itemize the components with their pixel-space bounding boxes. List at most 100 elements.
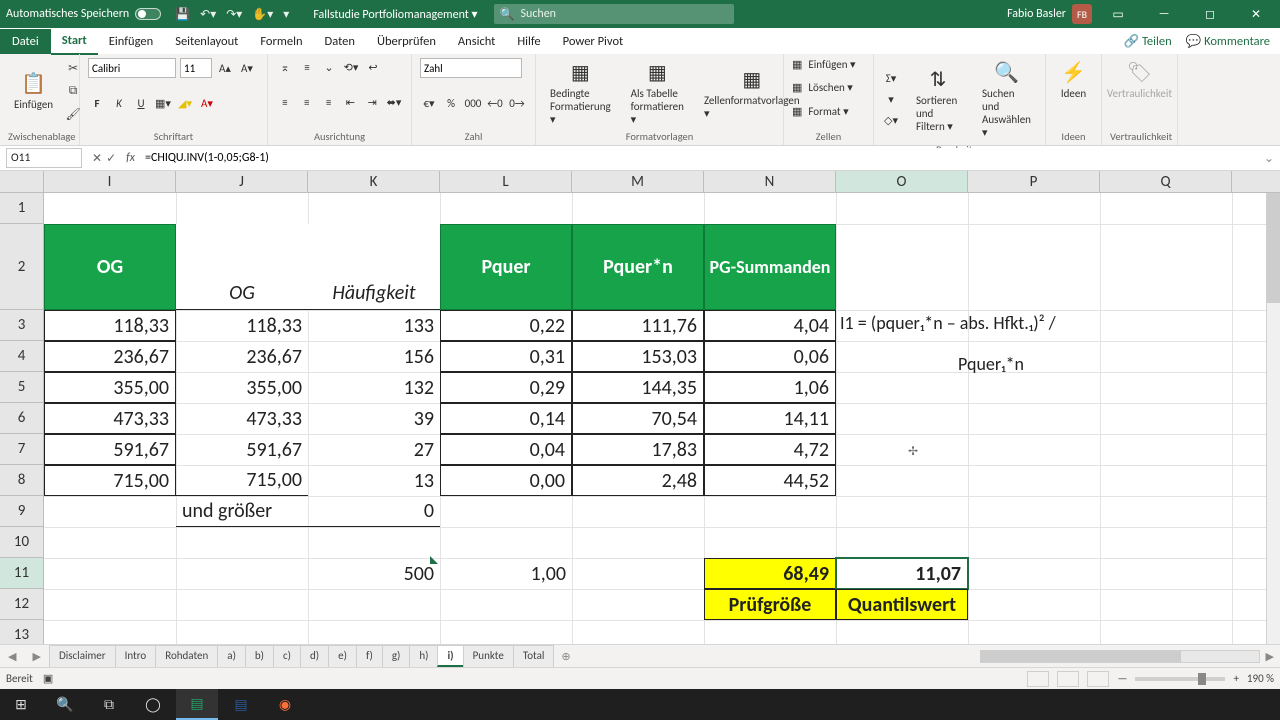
sheet-tab-g[interactable]: g) (382, 645, 411, 667)
grow-font-icon[interactable]: A▴ (216, 59, 234, 77)
cell-N6[interactable]: 14,11 (704, 403, 836, 434)
cell-J5[interactable]: 355,00 (176, 372, 308, 403)
cells-area[interactable]: OGPquerPquer*nPG-SummandenOGHäufigkeit11… (44, 193, 1280, 644)
tab-review[interactable]: Überprüfen (366, 29, 447, 54)
sheet-tab-Intro[interactable]: Intro (115, 645, 157, 667)
fill-color-button[interactable]: ◢▾ (176, 94, 194, 112)
cell-N12[interactable]: Prüfgröße (704, 589, 836, 620)
tab-view[interactable]: Ansicht (447, 29, 506, 54)
cell-M7[interactable]: 17,83 (572, 434, 704, 465)
dedent-icon[interactable]: ⇤ (341, 93, 359, 111)
cell-N8[interactable]: 44,52 (704, 465, 836, 496)
tab-start[interactable]: Start (51, 28, 98, 55)
zoom-slider[interactable] (1135, 677, 1225, 681)
row-header-3[interactable]: 3 (0, 310, 44, 341)
zoom-value[interactable]: 190 % (1247, 672, 1274, 685)
paste-button[interactable]: 📋Einfügen (8, 69, 59, 113)
search-taskbar-icon[interactable]: 🔍 (44, 689, 86, 720)
tab-formulas[interactable]: Formeln (249, 29, 313, 54)
sheet-tab-h[interactable]: h) (409, 645, 438, 667)
firefox-icon[interactable]: ◉ (264, 689, 306, 720)
excel-icon[interactable]: ▤ (176, 689, 218, 720)
table-format-button[interactable]: ▦Als Tabelle formatieren ▾ (625, 58, 690, 128)
delete-cells-button[interactable]: ▦ Löschen ▾ (792, 81, 865, 94)
row-header-9[interactable]: 9 (0, 496, 44, 527)
format-cells-button[interactable]: ▦ Format ▾ (792, 105, 865, 118)
tab-help[interactable]: Hilfe (506, 29, 551, 54)
font-size[interactable] (180, 58, 212, 78)
cell-K5[interactable]: 132 (308, 372, 440, 403)
percent-icon[interactable]: % (442, 94, 460, 112)
ribbon-display-icon[interactable]: ▭ (1098, 0, 1138, 28)
document-name[interactable]: Fallstudie Portfoliomanagement ▾ (297, 7, 493, 22)
save-icon[interactable]: 💾 (175, 7, 190, 22)
italic-button[interactable]: K (110, 94, 128, 112)
tab-pagelayout[interactable]: Seitenlayout (164, 29, 249, 54)
user-name[interactable]: Fabio Basler (1007, 7, 1066, 21)
horizontal-scrollbar[interactable] (980, 650, 1260, 663)
cell-K11[interactable]: 500 (308, 558, 440, 589)
cell-L3[interactable]: 0,22 (440, 310, 572, 341)
start-button[interactable]: ⊞ (0, 689, 42, 720)
cell-N11[interactable]: 68,49 (704, 558, 836, 589)
row-header-1[interactable]: 1 (0, 193, 44, 224)
share-button[interactable]: 🔗 Teilen (1124, 34, 1172, 49)
cell-K3[interactable]: 133 (308, 310, 440, 341)
tab-insert[interactable]: Einfügen (98, 29, 164, 54)
minimize-icon[interactable]: — (1144, 0, 1184, 28)
sort-filter-button[interactable]: ⇅Sortieren und Filtern ▾ (910, 65, 966, 135)
sheet-tab-f[interactable]: f) (356, 645, 383, 667)
col-header-K[interactable]: K (308, 171, 440, 192)
cell-J8[interactable]: 715,00 (176, 465, 308, 496)
row-header-7[interactable]: 7 (0, 434, 44, 465)
spreadsheet-grid[interactable]: IJKLMNOPQ 12345678910111213 OGPquerPquer… (0, 171, 1280, 644)
word-icon[interactable]: ▤ (220, 689, 262, 720)
cell-O11[interactable]: 11,07 (836, 558, 968, 589)
dec-decimal-icon[interactable]: 0→ (508, 94, 526, 112)
tab-powerpivot[interactable]: Power Pivot (552, 29, 635, 54)
cell-I3[interactable]: 118,33 (44, 310, 176, 341)
cell-M4[interactable]: 153,03 (572, 341, 704, 372)
toggle-icon[interactable] (135, 8, 161, 20)
fx-icon[interactable]: fx (120, 151, 141, 165)
cell-M5[interactable]: 144,35 (572, 372, 704, 403)
expand-formula-icon[interactable]: ⌄ (1258, 151, 1280, 166)
sheet-nav-prev[interactable]: ◀ (0, 650, 24, 663)
cond-format-button[interactable]: ▦Bedingte Formatierung ▾ (544, 58, 617, 128)
row-header-4[interactable]: 4 (0, 341, 44, 372)
new-sheet-button[interactable]: ⊕ (553, 650, 578, 663)
search-box[interactable]: 🔍 Suchen (494, 4, 734, 24)
cell-N7[interactable]: 4,72 (704, 434, 836, 465)
cell-O12[interactable]: Quantilswert (836, 589, 968, 620)
maximize-icon[interactable]: ◻ (1190, 0, 1230, 28)
app-icon-1[interactable]: ◯ (132, 689, 174, 720)
cell-N5[interactable]: 1,06 (704, 372, 836, 403)
col-header-I[interactable]: I (44, 171, 176, 192)
sheet-tab-Punkte[interactable]: Punkte (463, 645, 514, 667)
bold-button[interactable]: F (88, 94, 106, 112)
cell-J9[interactable]: und größer (176, 496, 308, 527)
row-header-6[interactable]: 6 (0, 403, 44, 434)
cell-I7[interactable]: 591,67 (44, 434, 176, 465)
ideas-button[interactable]: ⚡Ideen (1054, 58, 1093, 102)
close-icon[interactable]: ✕ (1236, 0, 1276, 28)
row-header-12[interactable]: 12 (0, 589, 44, 620)
sheet-tab-i[interactable]: i) (437, 645, 463, 667)
align-bot-icon[interactable]: ⌄ (320, 58, 338, 76)
view-break-icon[interactable] (1087, 671, 1109, 687)
cell-I5[interactable]: 355,00 (44, 372, 176, 403)
taskview-icon[interactable]: ⧉ (88, 689, 130, 720)
cell-I4[interactable]: 236,67 (44, 341, 176, 372)
cell-N3[interactable]: 4,04 (704, 310, 836, 341)
row-header-8[interactable]: 8 (0, 465, 44, 496)
cell-M8[interactable]: 2,48 (572, 465, 704, 496)
cell-K2[interactable]: Häufigkeit (308, 224, 440, 310)
merge-icon[interactable]: ⬌▾ (385, 93, 403, 111)
underline-button[interactable]: U (132, 94, 150, 112)
shrink-font-icon[interactable]: A▾ (238, 59, 256, 77)
row-header-11[interactable]: 11 (0, 558, 44, 589)
cell-L11[interactable]: 1,00 (440, 558, 572, 589)
cell-J6[interactable]: 473,33 (176, 403, 308, 434)
cell-L5[interactable]: 0,29 (440, 372, 572, 403)
cell-L2[interactable]: Pquer (440, 224, 572, 310)
